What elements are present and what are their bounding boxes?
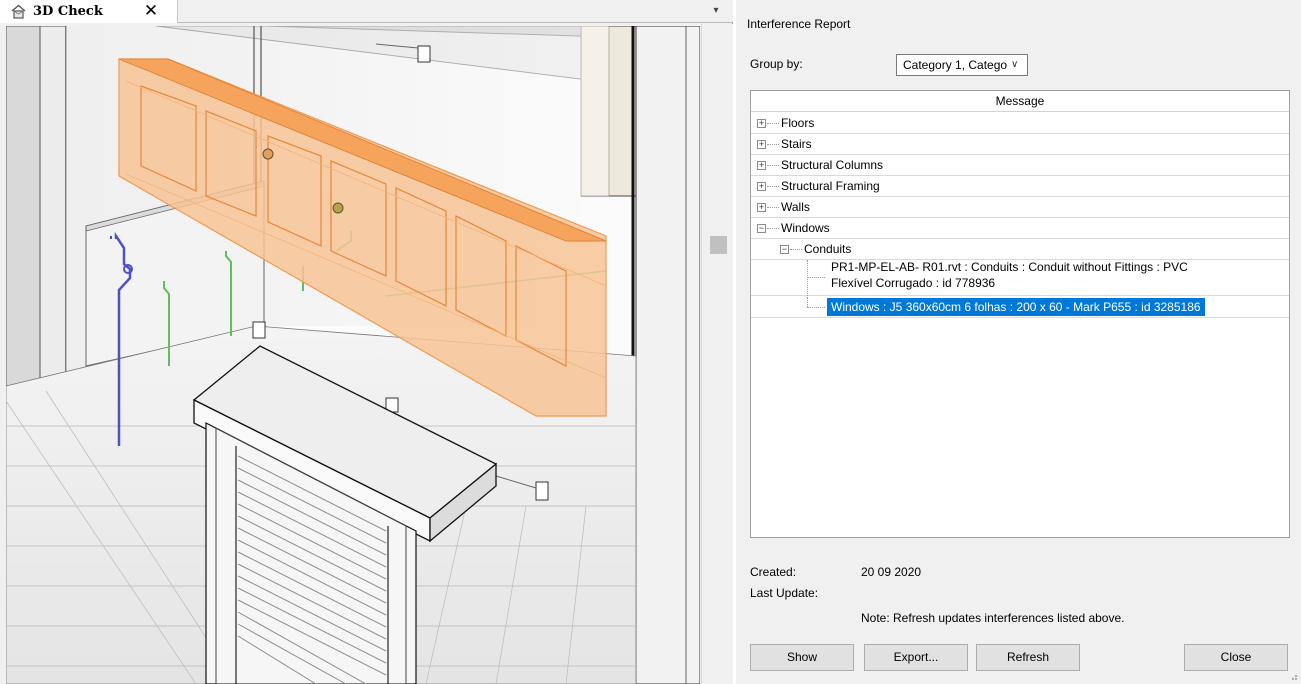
tree-row-stairs[interactable]: + Stairs [751, 134, 1289, 155]
group-by-value: Category 1, Category 2 [903, 58, 1007, 72]
tree-connector [767, 207, 779, 208]
tree-item-text: PR1-MP-EL-AB- R01.rvt : Conduits : Condu… [831, 260, 1188, 274]
tree-label: Conduits [804, 242, 852, 256]
resize-grip-icon[interactable] [1288, 671, 1298, 681]
3d-viewport[interactable] [6, 26, 700, 684]
chevron-down-icon[interactable]: ▾ [708, 5, 724, 18]
tree-row-item-window-selected[interactable]: Windows : J5 360x60cm 6 folhas : 200 x 6… [751, 297, 1289, 318]
export-button[interactable]: Export... [864, 644, 968, 671]
tree-connector [767, 144, 779, 145]
tree-connector [807, 277, 825, 278]
view-tab-bar: 3D Check ✕ ▾ [0, 0, 733, 23]
tree-row-structural-framing[interactable]: + Structural Framing [751, 176, 1289, 197]
close-button[interactable]: Close [1184, 644, 1288, 671]
last-update-label: Last Update: [750, 586, 819, 600]
expand-plus-icon[interactable]: + [757, 161, 766, 170]
tree-item-text-line2: Flexível Corrugado : id 778936 [831, 276, 996, 290]
tree-connector [807, 260, 808, 296]
chevron-down-icon: ∨ [1011, 59, 1019, 70]
tree-label: Floors [781, 116, 815, 130]
tree-row-windows[interactable]: − Windows [751, 218, 1289, 239]
tree-connector [767, 186, 779, 187]
interference-report-dialog: Interference Report Group by: Category 1… [736, 0, 1301, 684]
column-header-message[interactable]: Message [751, 91, 1289, 112]
tree-row-conduits[interactable]: − Conduits [751, 239, 1289, 260]
tree-row-structural-columns[interactable]: + Structural Columns [751, 155, 1289, 176]
collapse-minus-icon[interactable]: − [780, 245, 789, 254]
dialog-title: Interference Report [747, 17, 851, 31]
expand-plus-icon[interactable]: + [757, 182, 766, 191]
tree-label: Stairs [781, 137, 812, 151]
close-icon[interactable]: ✕ [141, 1, 161, 21]
view-panel: 3D Check ✕ ▾ [0, 0, 733, 684]
scrollbar-thumb[interactable] [710, 236, 727, 254]
refresh-note: Note: Refresh updates interferences list… [861, 611, 1125, 625]
group-by-select[interactable]: Category 1, Category 2 ∨ [896, 54, 1028, 76]
created-value: 20 09 2020 [861, 565, 922, 579]
tree-connector [767, 165, 779, 166]
tree-row-walls[interactable]: + Walls [751, 197, 1289, 218]
tree-connector [807, 297, 808, 307]
view-tab-title: 3D Check [33, 4, 103, 19]
tree-connector [790, 249, 802, 250]
expand-plus-icon[interactable]: + [757, 119, 766, 128]
collapse-minus-icon[interactable]: − [757, 224, 766, 233]
tree-row-floors[interactable]: + Floors [751, 113, 1289, 134]
group-by-label: Group by: [750, 57, 803, 71]
tree-row-item-conduit[interactable]: PR1-MP-EL-AB- R01.rvt : Conduits : Condu… [751, 260, 1289, 296]
tree-label: Windows [781, 221, 830, 235]
expand-plus-icon[interactable]: + [757, 140, 766, 149]
show-button[interactable]: Show [750, 644, 854, 671]
tree-label: Structural Framing [781, 179, 880, 193]
house-3d-icon [11, 4, 26, 19]
refresh-button[interactable]: Refresh [976, 644, 1080, 671]
3d-model-drawing [6, 26, 700, 684]
view-scrollbar[interactable] [701, 24, 733, 684]
selected-item-highlight: Windows : J5 360x60cm 6 folhas : 200 x 6… [827, 298, 1205, 316]
tree-connector [807, 307, 825, 308]
interference-tree[interactable]: Message + Floors + Stairs + Structural C… [750, 90, 1290, 538]
tree-label: Structural Columns [781, 158, 884, 172]
tree-connector [767, 228, 779, 229]
created-label: Created: [750, 565, 797, 579]
tree-connector [767, 123, 779, 124]
expand-plus-icon[interactable]: + [757, 203, 766, 212]
tree-label: Walls [781, 200, 810, 214]
view-tab-3d-check[interactable]: 3D Check ✕ [0, 0, 178, 23]
